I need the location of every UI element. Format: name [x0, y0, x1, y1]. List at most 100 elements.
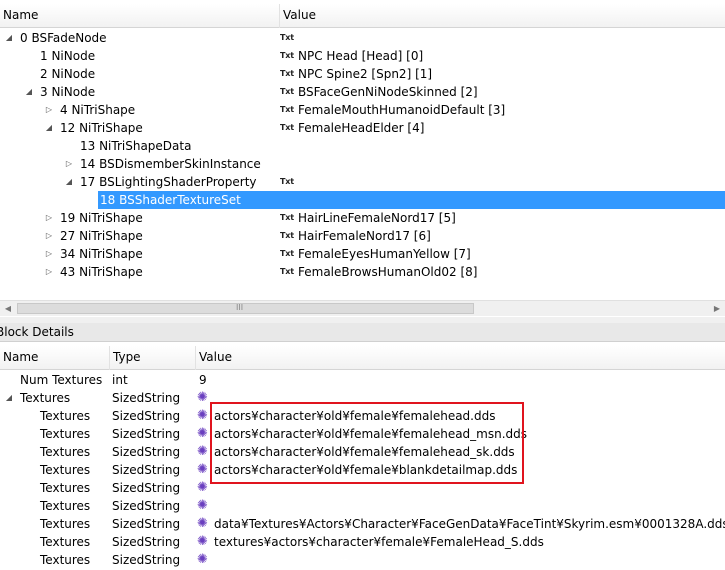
scrollbar-grip: III — [236, 303, 244, 312]
detail-row[interactable]: Textures SizedString ✺ textures¥actors¥char… — [0, 533, 725, 551]
block-list-pane: Name Value ◢ 0 BSFadeNode Txt 1 NiNode Txt NP… — [0, 0, 725, 300]
text-icon: Txt — [280, 87, 294, 96]
tree-row-value: FemaleBrowsHumanOld02 [8] — [298, 265, 478, 279]
tree-row-label: 18 BSShaderTextureSet — [100, 193, 241, 207]
tree-row[interactable]: 13 NiTriShapeData — [0, 137, 725, 155]
tree-row-value: FemaleEyesHumanYellow [7] — [298, 247, 471, 261]
string-value-icon: ✺ — [197, 516, 208, 531]
collapsed-arrow-icon[interactable]: ▷ — [44, 227, 54, 245]
tree-row-label: 2 NiNode — [40, 67, 96, 81]
tree-row-label: 34 NiTriShape — [60, 247, 143, 261]
expanded-arrow-icon[interactable]: ◢ — [44, 119, 54, 137]
detail-row[interactable]: Textures SizedString ✺ data¥Textures¥Actors… — [0, 515, 725, 533]
text-icon: Txt — [280, 249, 294, 258]
detail-row-name: Textures — [40, 463, 91, 477]
tree-row[interactable]: ◢ 0 BSFadeNode Txt — [0, 29, 725, 47]
detail-row-type: SizedString — [112, 427, 181, 441]
string-value-icon: ✺ — [197, 480, 208, 495]
detail-row-type: SizedString — [112, 445, 181, 459]
string-value-icon: ✺ — [197, 498, 208, 513]
tree-row[interactable]: ▷ 43 NiTriShape Txt FemaleBrowsHumanOld02 [… — [0, 263, 725, 281]
detail-row-name: Textures — [40, 553, 91, 567]
detail-row-name: Textures — [40, 445, 91, 459]
detail-row-name: Textures — [40, 535, 91, 549]
detail-row[interactable]: Textures SizedString ✺ — [0, 551, 725, 569]
horizontal-scrollbar[interactable]: ◀ III ▶ — [0, 300, 725, 316]
text-icon: Txt — [280, 123, 294, 132]
tree-row-label: 3 NiNode — [40, 85, 96, 99]
detail-row-value[interactable]: 9 — [199, 371, 207, 389]
tree-row-value: FemaleMouthHumanoidDefault [3] — [298, 103, 506, 117]
detail-row-type: SizedString — [112, 409, 181, 423]
collapsed-arrow-icon[interactable]: ▷ — [44, 245, 54, 263]
collapsed-arrow-icon[interactable]: ▷ — [44, 101, 54, 119]
detail-row[interactable]: Textures SizedString ✺ — [0, 497, 725, 515]
tree-row-value: HairFemaleNord17 [6] — [298, 229, 431, 243]
string-value-icon: ✺ — [197, 462, 208, 477]
tree-row[interactable]: ◢ 17 BSLightingShaderProperty Txt — [0, 173, 725, 191]
expanded-arrow-icon[interactable]: ◢ — [4, 29, 14, 47]
tree-row-label: 19 NiTriShape — [60, 211, 143, 225]
detail-row-name: Textures — [20, 391, 71, 405]
tree-row[interactable]: ▷ 19 NiTriShape Txt HairLineFemaleNord17 [5… — [0, 209, 725, 227]
tree-row-label: 43 NiTriShape — [60, 265, 143, 279]
expanded-arrow-icon[interactable]: ◢ — [4, 389, 14, 407]
detail-row-type: SizedString — [112, 463, 181, 477]
scroll-right-icon[interactable]: ▶ — [709, 301, 725, 317]
collapsed-arrow-icon[interactable]: ▷ — [64, 155, 74, 173]
detail-column-header-name[interactable]: Name — [0, 346, 110, 370]
expanded-arrow-icon[interactable]: ◢ — [64, 173, 74, 191]
tree-row-value: NPC Head [Head] [0] — [298, 49, 424, 63]
tree-row-value: NPC Spine2 [Spn2] [1] — [298, 67, 433, 81]
detail-row-value[interactable]: data¥Textures¥Actors¥Character¥FaceGenDa… — [214, 515, 725, 533]
detail-row-name: Textures — [40, 427, 91, 441]
tree-row-label: 17 BSLightingShaderProperty — [80, 175, 257, 189]
tree-row[interactable]: ▷ 14 BSDismemberSkinInstance — [0, 155, 725, 173]
detail-row-type: SizedString — [112, 481, 181, 495]
texture-paths-highlight — [210, 402, 524, 484]
tree-row[interactable]: ▷ 4 NiTriShape Txt FemaleMouthHumanoidDefau… — [0, 101, 725, 119]
tree-row-label: 12 NiTriShape — [60, 121, 143, 135]
detail-row-type: SizedString — [112, 499, 181, 513]
string-value-icon: ✺ — [197, 552, 208, 567]
column-header-value[interactable]: Value — [280, 4, 725, 28]
tree-row[interactable]: 1 NiNode Txt NPC Head [Head] [0] — [0, 47, 725, 65]
text-icon: Txt — [280, 51, 294, 60]
collapsed-arrow-icon[interactable]: ▷ — [44, 263, 54, 281]
tree-row[interactable]: ▷ 34 NiTriShape Txt FemaleEyesHumanYellow [… — [0, 245, 725, 263]
text-icon: Txt — [280, 105, 294, 114]
scroll-left-icon[interactable]: ◀ — [0, 301, 16, 317]
block-details-header: Name Type Value — [0, 346, 725, 370]
detail-row-value[interactable]: textures¥actors¥character¥female¥FemaleH… — [214, 533, 544, 551]
detail-row-type: int — [112, 373, 128, 387]
text-icon: Txt — [280, 69, 294, 78]
column-header-name[interactable]: Name — [0, 4, 280, 28]
text-icon: Txt — [280, 213, 294, 222]
detail-row-name: Num Textures — [20, 373, 103, 387]
detail-row-type: SizedString — [112, 553, 181, 567]
tree-row[interactable]: 18 BSShaderTextureSet — [98, 191, 725, 209]
text-icon: Txt — [280, 177, 294, 186]
tree-row-label: 14 BSDismemberSkinInstance — [80, 157, 261, 171]
detail-row-name: Textures — [40, 517, 91, 531]
detail-column-header-value[interactable]: Value — [196, 346, 725, 370]
tree-row-label: 13 NiTriShapeData — [80, 139, 192, 153]
text-icon: Txt — [280, 267, 294, 276]
detail-row-name: Textures — [40, 499, 91, 513]
collapsed-arrow-icon[interactable]: ▷ — [44, 209, 54, 227]
tree-row[interactable]: ◢ 12 NiTriShape Txt FemaleHeadElder [4] — [0, 119, 725, 137]
detail-column-header-type[interactable]: Type — [110, 346, 196, 370]
scrollbar-thumb[interactable]: III — [17, 303, 474, 314]
detail-row-name: Textures — [40, 481, 91, 495]
tree-row[interactable]: ◢ 3 NiNode Txt BSFaceGenNiNodeSkinned [2] — [0, 83, 725, 101]
text-icon: Txt — [280, 231, 294, 240]
detail-row-type: SizedString — [112, 535, 181, 549]
string-value-icon: ✺ — [197, 444, 208, 459]
tree-row[interactable]: ▷ 27 NiTriShape Txt HairFemaleNord17 [6] — [0, 227, 725, 245]
detail-row[interactable]: Num Textures int 9 — [0, 371, 725, 389]
expanded-arrow-icon[interactable]: ◢ — [24, 83, 34, 101]
tree-row-label: 0 BSFadeNode — [20, 31, 107, 45]
tree-row-label: 4 NiTriShape — [60, 103, 136, 117]
tree-row[interactable]: 2 NiNode Txt NPC Spine2 [Spn2] [1] — [0, 65, 725, 83]
tree-row-value: BSFaceGenNiNodeSkinned [2] — [298, 85, 478, 99]
